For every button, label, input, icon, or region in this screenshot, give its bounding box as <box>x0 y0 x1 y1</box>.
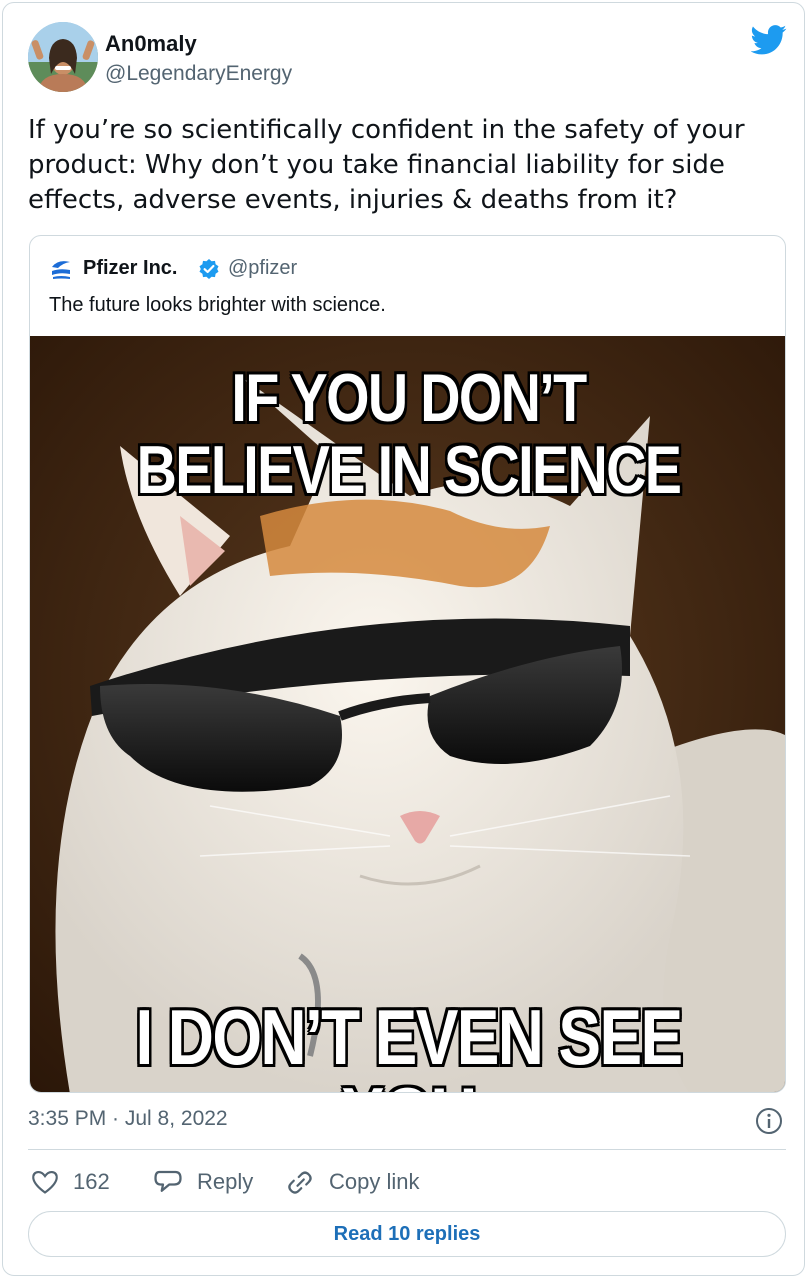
meme-caption-top-2: BELIEVE IN SCIENCE <box>136 432 682 508</box>
quoted-tweet-text: The future looks brighter with science. <box>49 294 386 316</box>
like-button[interactable]: 162 <box>31 1166 110 1198</box>
verified-badge-icon <box>198 258 220 280</box>
author-handle[interactable]: @LegendaryEnergy <box>105 62 292 86</box>
info-icon[interactable] <box>755 1107 783 1135</box>
tweet-text: If you’re so scientifically confident in… <box>28 115 745 215</box>
heart-icon <box>32 1171 58 1194</box>
avatar[interactable] <box>28 22 98 92</box>
tweet-timestamp[interactable]: 3:35 PM · Jul 8, 2022 <box>28 1107 228 1131</box>
meme-caption-top-1: IF YOU DON’T <box>231 360 587 436</box>
author-name[interactable]: An0maly <box>105 31 197 57</box>
link-icon <box>288 1171 312 1194</box>
reply-button[interactable]: Reply <box>153 1166 253 1198</box>
read-replies-button[interactable]: Read 10 replies <box>28 1211 786 1257</box>
quoted-author-name[interactable]: Pfizer Inc. <box>83 257 177 280</box>
copy-link-label: Copy link <box>329 1169 420 1194</box>
embedded-tweet-card: An0maly @LegendaryEnergy If you’re so sc… <box>2 2 805 1276</box>
meme-image[interactable]: IF YOU DON’T BELIEVE IN SCIENCE I DON’T … <box>30 336 785 1092</box>
speech-bubble-icon <box>154 1170 182 1192</box>
divider <box>28 1149 786 1150</box>
meme-caption-bottom: I DON’T EVEN SEE YOU <box>135 993 684 1092</box>
copy-link-button[interactable]: Copy link <box>285 1166 419 1198</box>
twitter-bird-icon[interactable] <box>750 25 787 55</box>
quoted-author-handle[interactable]: @pfizer <box>228 257 297 280</box>
quoted-tweet[interactable]: Pfizer Inc. @pfizer The future looks bri… <box>29 235 786 1093</box>
like-count: 162 <box>73 1169 110 1194</box>
reply-label: Reply <box>197 1169 254 1194</box>
pfizer-logo-icon <box>50 258 72 280</box>
